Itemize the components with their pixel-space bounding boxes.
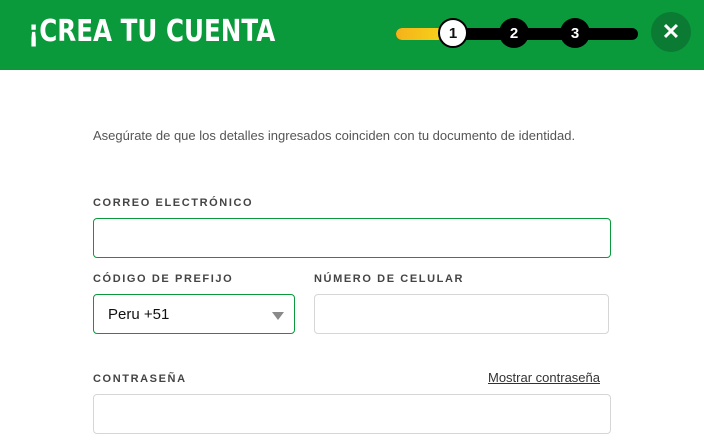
show-password-link[interactable]: Mostrar contraseña (488, 370, 600, 385)
chevron-down-icon (272, 312, 284, 320)
phone-label: NÚMERO DE CELULAR (314, 273, 465, 285)
step-1: 1 (438, 18, 468, 48)
prefix-label: CÓDIGO DE PREFIJO (93, 273, 234, 285)
password-field[interactable] (93, 394, 611, 434)
page-title: ¡CREA TU CUENTA (28, 14, 276, 49)
step-2: 2 (499, 18, 529, 48)
phone-field[interactable] (314, 294, 609, 334)
email-field[interactable] (93, 218, 611, 258)
password-label: CONTRASEÑA (93, 373, 187, 385)
prefix-value: Peru +51 (108, 306, 170, 323)
close-button[interactable]: ✕ (651, 12, 691, 52)
progress-stepper: 1 2 3 (396, 18, 638, 50)
email-label: CORREO ELECTRÓNICO (93, 197, 254, 209)
prefix-select[interactable]: Peru +51 (93, 294, 295, 334)
intro-text: Asegúrate de que los detalles ingresados… (93, 128, 576, 143)
close-icon: ✕ (661, 19, 681, 44)
step-3: 3 (560, 18, 590, 48)
header-bar: ¡CREA TU CUENTA 1 2 3 ✕ (0, 0, 704, 70)
